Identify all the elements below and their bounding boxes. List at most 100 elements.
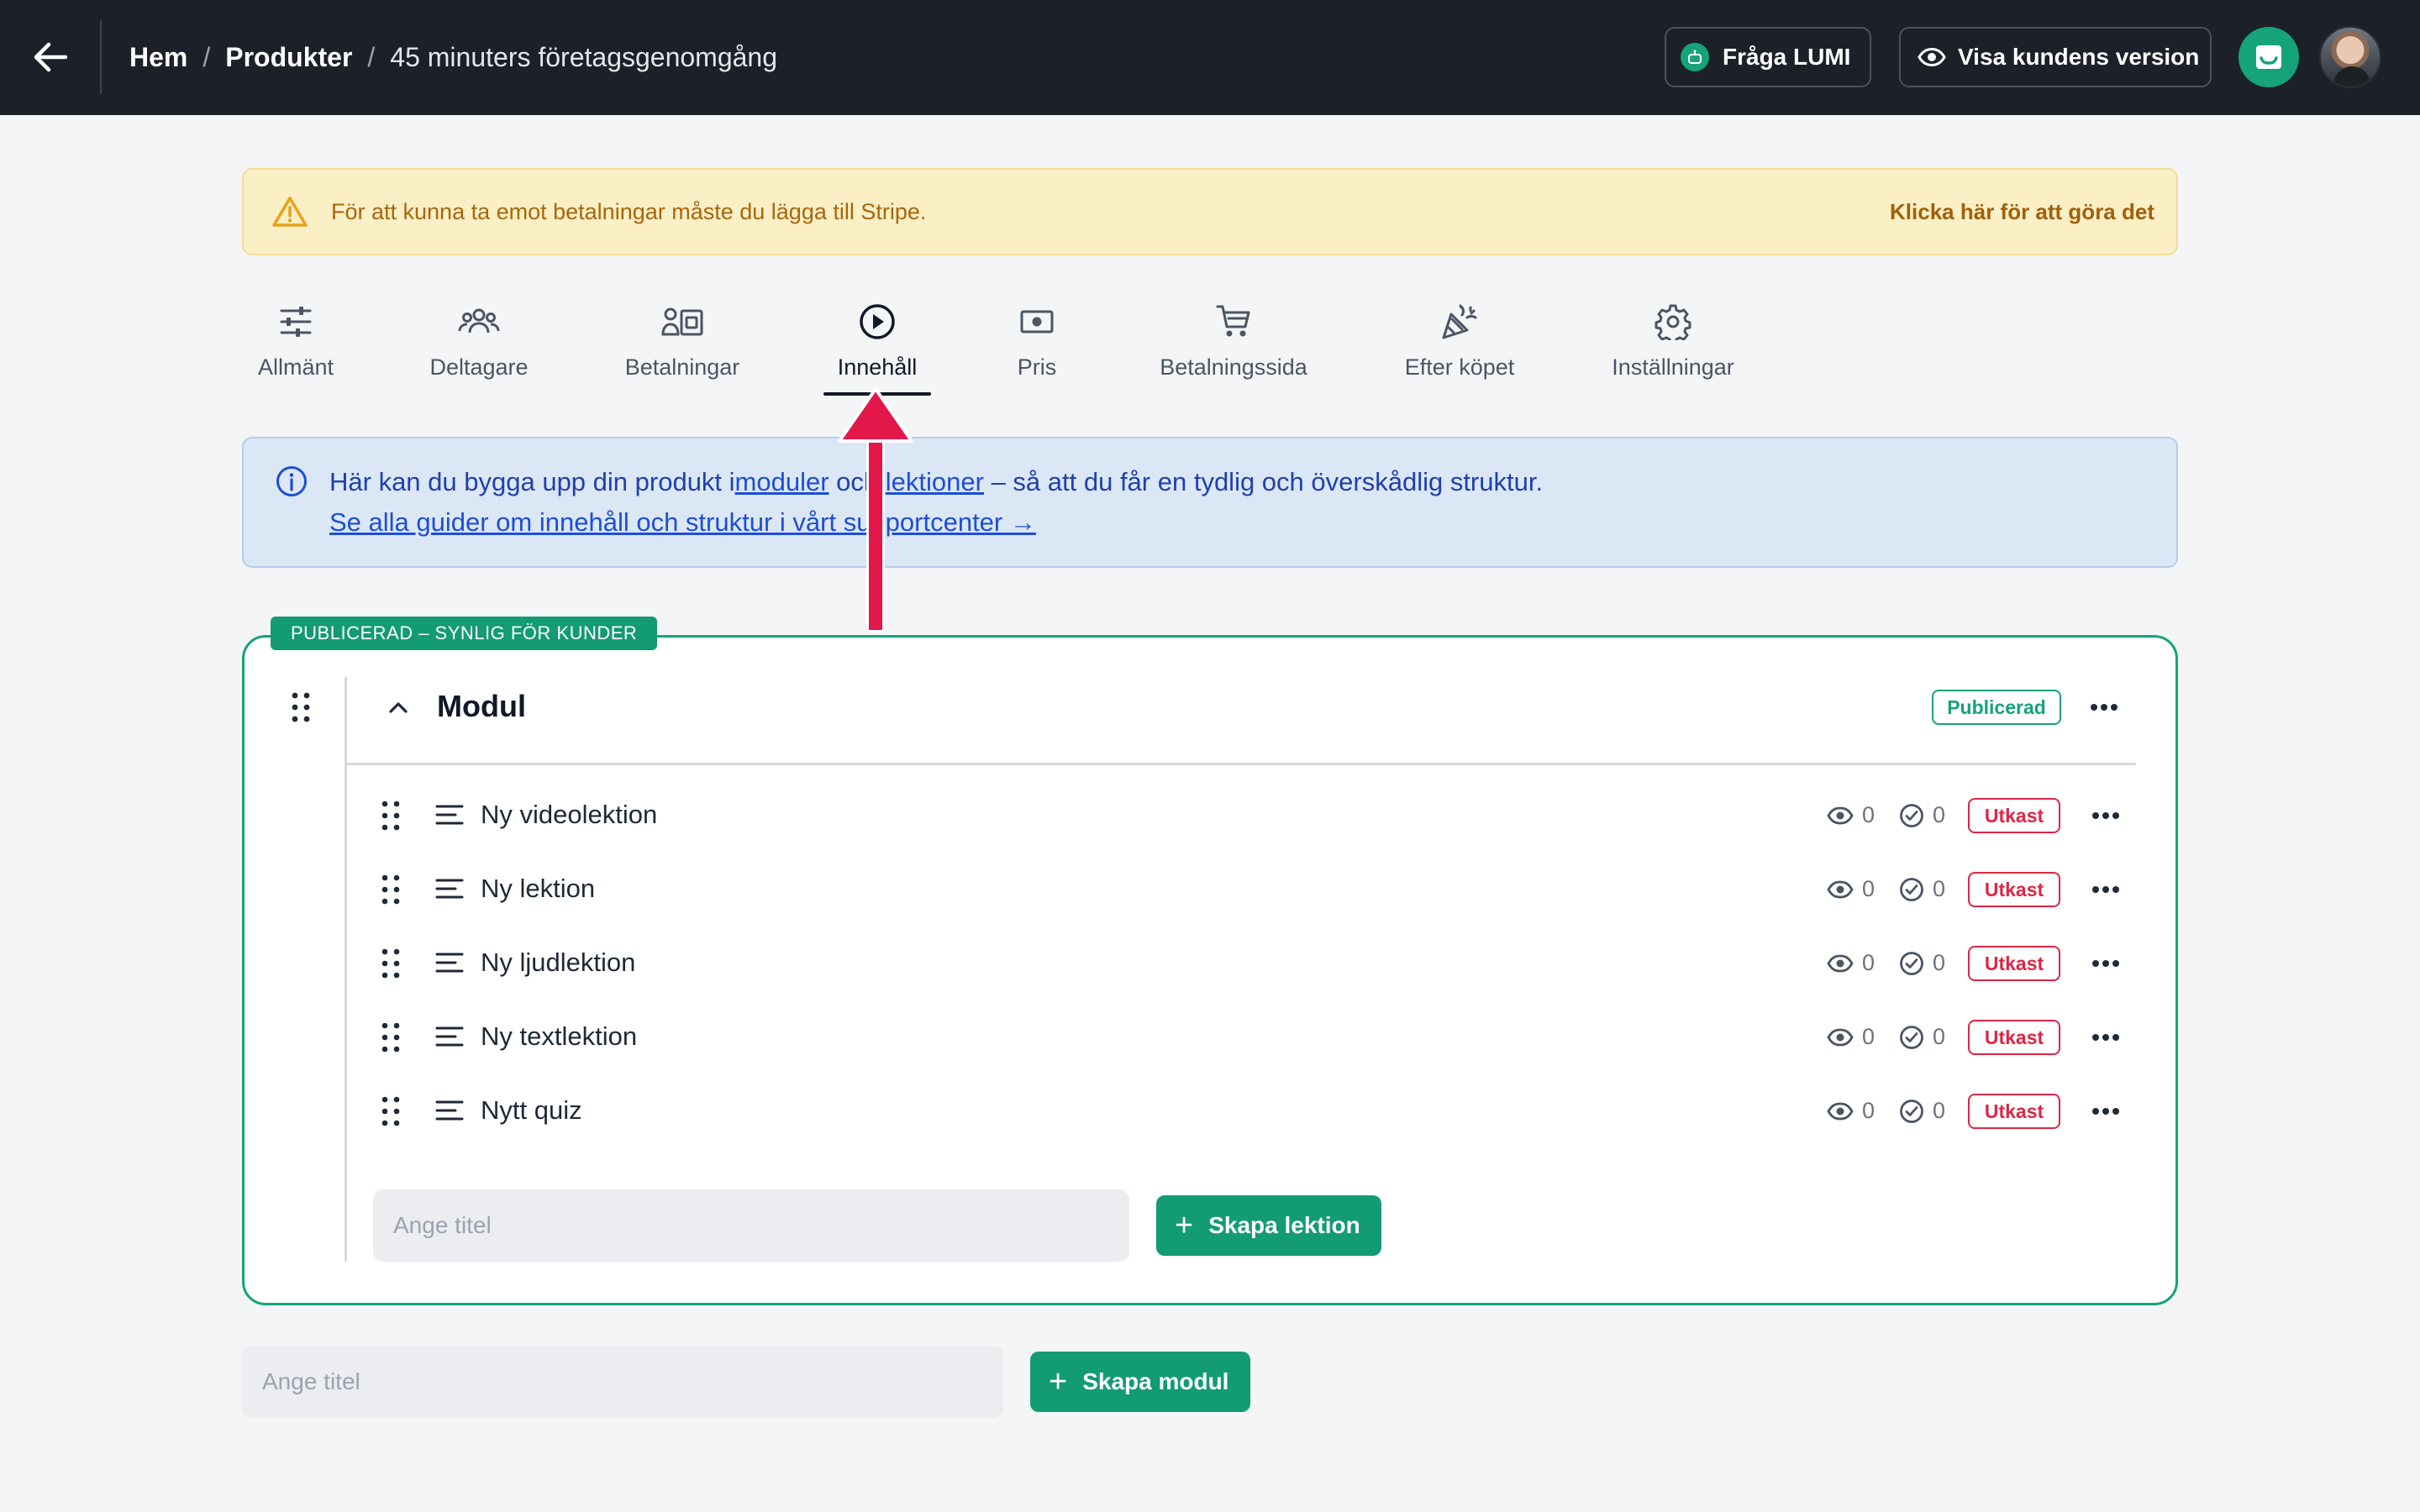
lesson-views: 0 xyxy=(1827,950,1875,976)
cart-icon xyxy=(1215,299,1252,344)
ask-lumi-label: Fråga LUMI xyxy=(1723,44,1851,70)
lesson-title[interactable]: Ny ljudlektion xyxy=(481,948,635,978)
module-title-input[interactable] xyxy=(242,1346,1003,1418)
eye-icon xyxy=(1827,1102,1854,1120)
collapse-module-button[interactable] xyxy=(385,694,412,721)
inbox-button[interactable] xyxy=(2238,27,2299,87)
lesson-completions: 0 xyxy=(1899,1024,1945,1050)
customer-preview-button[interactable]: Visa kundens version xyxy=(1899,27,2212,87)
avatar[interactable] xyxy=(2319,26,2381,88)
lesson-row[interactable]: Ny textlektion 0 0 Utkast xyxy=(361,1012,2143,1063)
lesson-views: 0 xyxy=(1827,802,1875,828)
top-bar: Hem / Produkter / 45 minuters företagsge… xyxy=(0,0,2420,115)
eye-icon xyxy=(1827,880,1854,898)
check-circle-icon xyxy=(1900,803,1923,827)
tab-label: Betalningssida xyxy=(1160,354,1307,380)
lesson-drag-handle-icon[interactable] xyxy=(381,801,400,835)
module-drag-handle-icon[interactable] xyxy=(291,691,311,727)
lesson-status-badge: Utkast xyxy=(1968,1020,2060,1055)
lesson-completions-count: 0 xyxy=(1933,1098,1946,1123)
ask-lumi-button[interactable]: Fråga LUMI xyxy=(1665,27,1871,87)
lessons-link[interactable]: lektioner xyxy=(886,467,984,496)
lesson-drag-handle-icon[interactable] xyxy=(381,1022,400,1057)
lesson-drag-handle-icon[interactable] xyxy=(381,948,400,983)
lesson-views: 0 xyxy=(1827,876,1875,902)
create-lesson-button[interactable]: + Skapa lektion xyxy=(1156,1195,1381,1256)
lesson-title[interactable]: Ny videolektion xyxy=(481,800,657,830)
tab-general[interactable]: Allmänt xyxy=(249,299,343,400)
stripe-setup-link[interactable]: Klicka här för att göra det xyxy=(1890,199,2154,225)
create-module-label: Skapa modul xyxy=(1082,1368,1229,1394)
lesson-row[interactable]: Ny ljudlektion 0 0 Utkast xyxy=(361,938,2143,989)
tab-after-purchase[interactable]: Efter köpet xyxy=(1395,299,1524,400)
lesson-text-icon xyxy=(435,1100,464,1126)
lesson-drag-handle-icon[interactable] xyxy=(381,1096,400,1131)
tab-checkout-page[interactable]: Betalningssida xyxy=(1150,299,1318,400)
back-button[interactable] xyxy=(29,37,72,77)
tab-content[interactable]: Innehåll xyxy=(823,299,931,400)
lesson-status-badge: Utkast xyxy=(1968,798,2060,833)
lesson-row[interactable]: Ny videolektion 0 0 Utkast xyxy=(361,790,2143,841)
lesson-title[interactable]: Nytt quiz xyxy=(481,1095,582,1126)
lesson-text-icon xyxy=(435,1026,464,1052)
lesson-status-badge: Utkast xyxy=(1968,872,2060,907)
breadcrumb-home[interactable]: Hem xyxy=(129,42,187,73)
party-popper-icon xyxy=(1440,299,1479,344)
arrow-left-icon xyxy=(34,42,67,72)
modules-link[interactable]: moduler xyxy=(735,467,829,496)
support-center-link[interactable]: Se alla guider om innehåll och struktur … xyxy=(329,507,1036,538)
eye-icon xyxy=(1918,48,1946,66)
lesson-status-badge: Utkast xyxy=(1968,1094,2060,1129)
lumi-bot-icon xyxy=(1681,43,1709,71)
more-horizontal-icon xyxy=(2092,812,2119,819)
lesson-views-count: 0 xyxy=(1862,1098,1876,1123)
tab-price[interactable]: Pris xyxy=(1012,299,1062,400)
breadcrumb-separator: / xyxy=(203,41,211,72)
tab-label: Innehåll xyxy=(837,354,918,380)
lesson-title-input[interactable] xyxy=(373,1189,1129,1262)
lesson-status-badge: Utkast xyxy=(1968,946,2060,981)
check-circle-icon xyxy=(1900,951,1923,975)
lesson-completions: 0 xyxy=(1899,950,1945,976)
customer-preview-label: Visa kundens version xyxy=(1958,44,2200,70)
check-circle-icon xyxy=(1900,1025,1923,1049)
module-status-badge: Publicerad xyxy=(1932,690,2061,725)
tab-payments[interactable]: Betalningar xyxy=(615,299,750,400)
module-more-button[interactable] xyxy=(2086,695,2123,720)
more-horizontal-icon xyxy=(2091,704,2118,711)
lesson-text-icon xyxy=(435,878,464,904)
lesson-drag-handle-icon[interactable] xyxy=(381,874,400,909)
more-horizontal-icon xyxy=(2092,1034,2119,1041)
lesson-more-button[interactable] xyxy=(2087,877,2124,902)
lesson-row[interactable]: Nytt quiz 0 0 Utkast xyxy=(361,1086,2143,1137)
breadcrumb-products[interactable]: Produkter xyxy=(225,42,352,73)
gear-icon xyxy=(1655,299,1691,344)
lesson-title[interactable]: Ny textlektion xyxy=(481,1021,637,1052)
payments-icon xyxy=(661,299,703,344)
tab-settings[interactable]: Inställningar xyxy=(1603,299,1743,400)
eye-icon xyxy=(1827,806,1854,824)
plus-icon: + xyxy=(1175,1208,1194,1243)
module-title[interactable]: Modul xyxy=(437,689,526,724)
published-visibility-tag: PUBLICERAD – SYNLIG FÖR KUNDER xyxy=(271,617,658,650)
annotation-arrow-icon xyxy=(838,387,913,443)
module-divider xyxy=(346,763,2136,765)
lesson-completions-count: 0 xyxy=(1933,802,1946,827)
info-text-start: Här kan du bygga upp din produkt i xyxy=(329,467,735,496)
eye-icon xyxy=(1827,1028,1854,1046)
stripe-warning-banner: För att kunna ta emot betalningar måste … xyxy=(242,168,2178,255)
tab-participants[interactable]: Deltagare xyxy=(420,299,538,400)
lesson-more-button[interactable] xyxy=(2087,1025,2124,1050)
lesson-completions: 0 xyxy=(1899,1098,1945,1124)
lesson-more-button[interactable] xyxy=(2087,803,2124,828)
lesson-more-button[interactable] xyxy=(2087,951,2124,976)
create-module-button[interactable]: + Skapa modul xyxy=(1030,1352,1250,1412)
more-horizontal-icon xyxy=(2092,960,2119,967)
lesson-more-button[interactable] xyxy=(2087,1099,2124,1124)
lesson-title[interactable]: Ny lektion xyxy=(481,874,595,904)
chevron-up-icon xyxy=(389,702,408,713)
check-circle-icon xyxy=(1900,1099,1923,1123)
lesson-row[interactable]: Ny lektion 0 0 Utkast xyxy=(361,864,2143,915)
tab-label: Pris xyxy=(1017,354,1057,380)
lesson-views-count: 0 xyxy=(1862,802,1876,827)
